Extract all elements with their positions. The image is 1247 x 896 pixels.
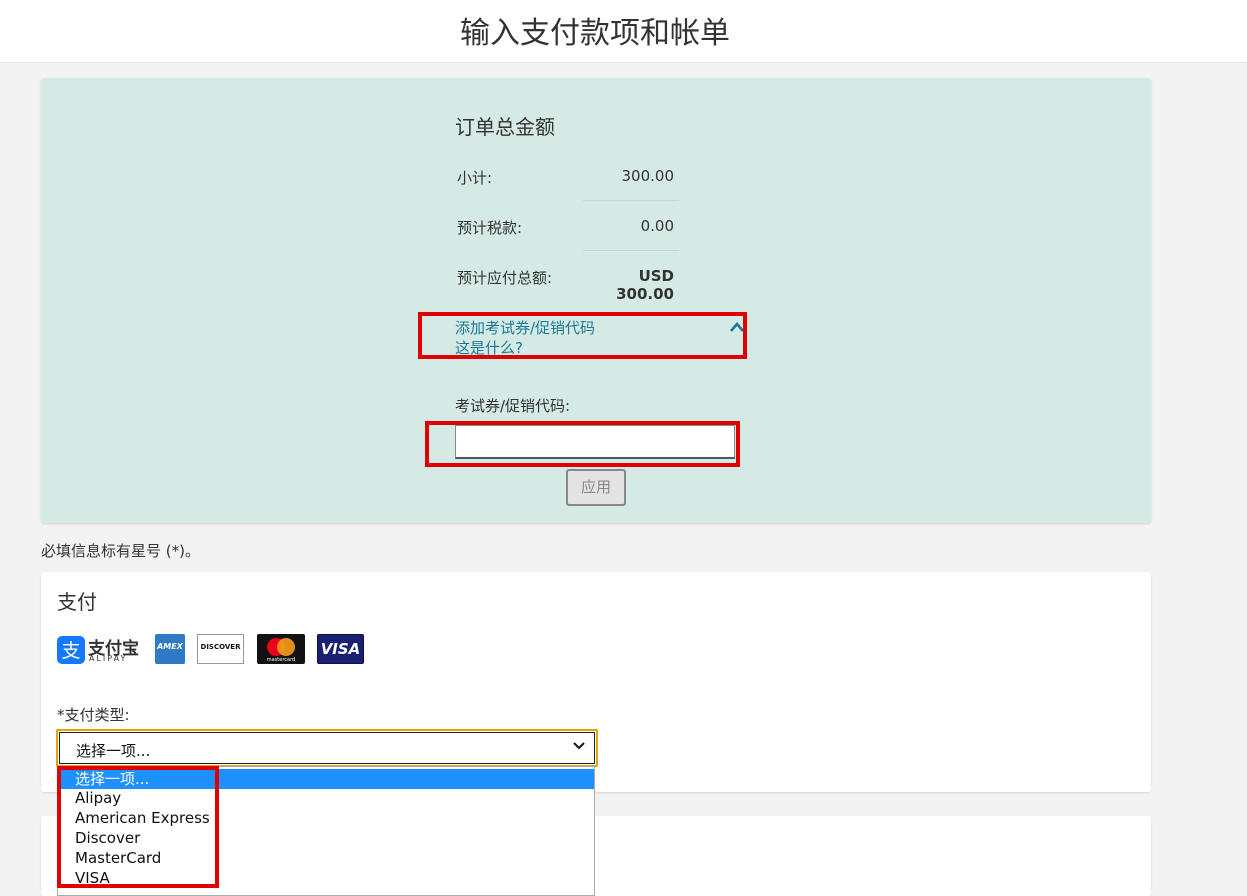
- mastercard-logo: mastercard: [257, 634, 305, 664]
- page-title: 输入支付款项和帐单: [460, 16, 730, 51]
- payment-card: 支付 支 支付宝 ALIPAY AMEX DISCOVER mastercard…: [41, 572, 1151, 792]
- payment-type-select[interactable]: 选择一项...: [56, 729, 598, 767]
- required-fields-note: 必填信息标有星号 (*)。: [41, 542, 200, 560]
- payment-option[interactable]: VISA: [58, 868, 594, 888]
- alipay-logo: 支 支付宝 ALIPAY: [57, 634, 145, 666]
- apply-button[interactable]: 应用: [566, 469, 626, 506]
- payment-title: 支付: [57, 590, 97, 614]
- subtotal-value: 300.00: [621, 167, 675, 185]
- promo-field-label: 考试券/促销代码:: [455, 397, 571, 415]
- page-header: 输入支付款项和帐单: [0, 0, 1247, 63]
- order-total-heading: 订单总金额: [455, 115, 555, 139]
- alipay-en-text: ALIPAY: [89, 654, 128, 663]
- amex-logo: AMEX: [155, 634, 185, 664]
- amex-text: AMEX: [157, 642, 183, 651]
- total-label: 预计应付总额:: [457, 269, 553, 287]
- payment-type-selected[interactable]: 选择一项...: [76, 740, 150, 761]
- divider: [583, 200, 679, 201]
- order-summary-panel: 订单总金额 小计: 300.00 预计税款: 0.00 预计应付总额: USD …: [41, 78, 1151, 523]
- promo-toggle-label[interactable]: 添加考试券/促销代码: [455, 318, 745, 338]
- payment-option[interactable]: Alipay: [58, 788, 594, 808]
- divider: [583, 250, 679, 251]
- visa-logo: VISA: [317, 634, 364, 664]
- payment-option[interactable]: American Express: [58, 808, 594, 828]
- tax-value: 0.00: [640, 217, 674, 235]
- visa-text: VISA: [320, 640, 361, 658]
- subtotal-label: 小计:: [457, 169, 493, 187]
- payment-option[interactable]: MasterCard: [58, 848, 594, 868]
- svg-text:支: 支: [61, 640, 80, 662]
- discover-logo: DISCOVER: [197, 634, 244, 664]
- mastercard-text: mastercard: [266, 657, 296, 663]
- total-value: USD 300.00: [616, 267, 674, 303]
- payment-option[interactable]: Discover: [58, 828, 594, 848]
- promo-help-link[interactable]: 这是什么?: [455, 338, 745, 358]
- payment-type-dropdown[interactable]: 选择一项... Alipay American Express Discover…: [57, 766, 595, 896]
- tax-label: 预计税款:: [457, 219, 523, 237]
- payment-type-label: *支付类型:: [57, 706, 130, 724]
- chevron-down-icon[interactable]: [572, 738, 586, 756]
- promo-code-toggle[interactable]: 添加考试券/促销代码 这是什么?: [455, 318, 745, 358]
- discover-text: DISCOVER: [200, 643, 241, 651]
- promo-code-input[interactable]: [455, 425, 735, 459]
- payment-option[interactable]: 选择一项...: [58, 769, 594, 789]
- chevron-up-icon[interactable]: [729, 318, 745, 338]
